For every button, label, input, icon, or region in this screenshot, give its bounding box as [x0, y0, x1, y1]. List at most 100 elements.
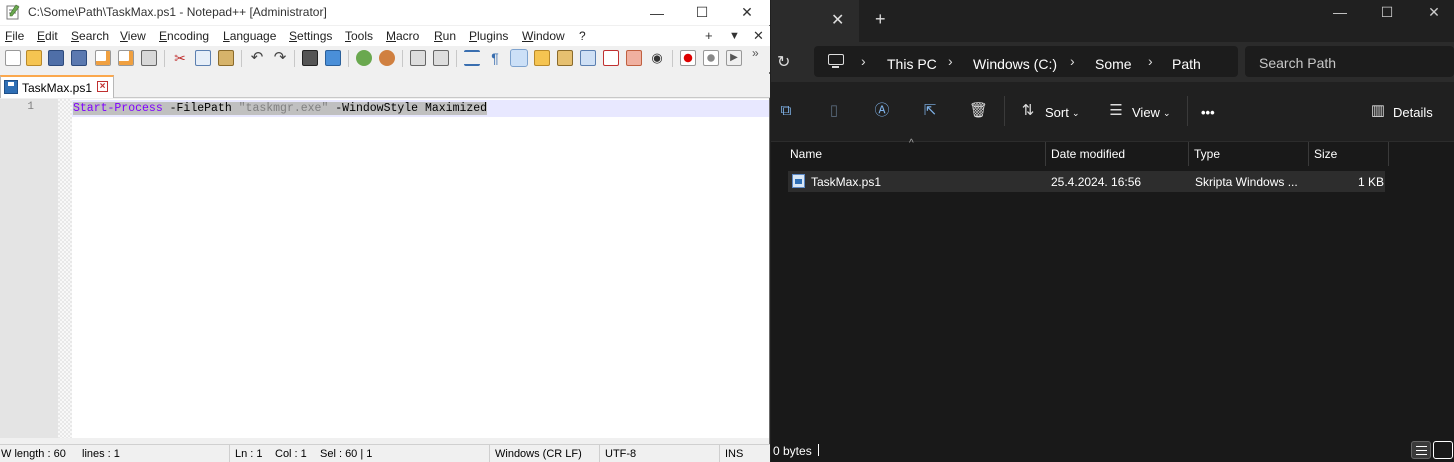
save-all-icon[interactable] — [71, 50, 87, 66]
chevron-right-icon[interactable]: › — [1070, 53, 1075, 69]
close-doc-icon[interactable]: ✕ — [753, 28, 764, 44]
chevron-right-icon[interactable]: › — [861, 53, 866, 69]
breadcrumb-some[interactable]: Some — [1095, 56, 1132, 72]
chevron-right-icon[interactable]: › — [1148, 53, 1153, 69]
cut-icon[interactable]: ✂ — [172, 50, 188, 66]
print-icon[interactable] — [141, 50, 157, 66]
toolbar-overflow-icon[interactable]: » — [752, 46, 768, 62]
zoom-out-icon[interactable] — [379, 50, 395, 66]
replace-icon[interactable] — [325, 50, 341, 66]
tab-taskmax[interactable]: TaskMax.ps1 × — [0, 75, 114, 98]
redo-icon[interactable]: ↷ — [272, 50, 288, 66]
breadcrumb-path[interactable]: Path — [1172, 56, 1201, 72]
menu-edit[interactable]: Edit — [37, 29, 58, 43]
menu-plugins[interactable]: Plugins — [469, 29, 508, 43]
breadcrumb-drive[interactable]: Windows (C:) — [973, 56, 1057, 72]
close-button[interactable]: ✕ — [724, 0, 770, 25]
zoom-in-icon[interactable] — [356, 50, 372, 66]
see-more-button[interactable]: ••• — [1201, 105, 1215, 120]
function-list-icon[interactable] — [603, 50, 619, 66]
status-ln: Ln : 1 — [235, 448, 263, 460]
column-date-modified[interactable]: Date modified — [1046, 142, 1189, 166]
fold-margin[interactable] — [58, 99, 72, 438]
find-icon[interactable] — [302, 50, 318, 66]
view-button[interactable]: View — [1132, 105, 1160, 120]
chevron-down-icon[interactable]: ⌄ — [1163, 108, 1171, 119]
file-row[interactable]: TaskMax.ps1 25.4.2024. 16:56 Skripta Win… — [788, 171, 1385, 192]
view-icon[interactable]: ☰ — [1107, 102, 1125, 120]
document-map-icon[interactable] — [557, 50, 573, 66]
close-tab-icon[interactable]: ✕ — [831, 10, 844, 30]
save-icon[interactable] — [48, 50, 64, 66]
selection-size: 0 bytes — [773, 444, 812, 458]
details-pane-icon[interactable]: ▥ — [1369, 102, 1387, 120]
status-insert-mode[interactable]: INS — [725, 448, 743, 460]
menu-language[interactable]: Language — [223, 29, 276, 43]
notepadpp-icon — [6, 4, 20, 20]
copy-icon[interactable]: ⧉ — [777, 102, 795, 120]
delete-icon[interactable]: 🗑 — [969, 102, 988, 120]
menu-help[interactable]: ? — [579, 29, 586, 43]
menu-tools[interactable]: Tools — [345, 29, 373, 43]
column-name[interactable]: Name — [785, 142, 1046, 166]
new-file-icon[interactable] — [5, 50, 21, 66]
play-macro-icon[interactable]: ▶ — [726, 50, 742, 66]
menu-settings[interactable]: Settings — [289, 29, 332, 43]
status-encoding[interactable]: UTF-8 — [605, 448, 636, 460]
open-file-icon[interactable] — [26, 50, 42, 66]
refresh-icon[interactable]: ↻ — [777, 52, 790, 72]
close-button[interactable]: ✕ — [1411, 4, 1454, 24]
sync-horizontal-icon[interactable] — [433, 50, 449, 66]
sync-vertical-icon[interactable] — [410, 50, 426, 66]
details-view-icon[interactable] — [1411, 441, 1431, 459]
editor[interactable]: 1 Start-Process -FilePath "taskmgr.exe" … — [0, 99, 769, 438]
chevron-right-icon[interactable]: › — [948, 53, 953, 69]
menu-encoding[interactable]: Encoding — [159, 29, 209, 43]
large-icons-view-icon[interactable] — [1433, 441, 1453, 459]
sort-button[interactable]: Sort — [1045, 105, 1069, 120]
tab-close-icon[interactable]: × — [97, 81, 108, 92]
close-file-icon[interactable] — [95, 50, 111, 66]
menu-search[interactable]: Search — [71, 29, 109, 43]
menu-file[interactable]: File — [5, 29, 24, 43]
rename-icon[interactable]: Ⓐ — [873, 102, 891, 120]
menu-view[interactable]: View — [120, 29, 146, 43]
sort-icon[interactable]: ⇅ — [1019, 102, 1037, 120]
chevron-down-icon[interactable]: ⌄ — [1072, 108, 1080, 119]
new-tab-icon[interactable]: + — [705, 28, 713, 43]
minimize-button[interactable]: — — [1317, 4, 1363, 24]
user-language-icon[interactable] — [534, 50, 550, 66]
share-icon[interactable]: ⇱ — [921, 102, 939, 120]
minimize-button[interactable]: — — [634, 0, 680, 25]
status-separator — [599, 445, 600, 462]
maximize-button[interactable]: ☐ — [1364, 4, 1410, 24]
monitoring-icon[interactable]: ◉ — [649, 50, 665, 66]
tab-list-icon[interactable]: ▼ — [729, 30, 740, 42]
record-macro-icon[interactable] — [680, 50, 696, 66]
new-tab-icon[interactable]: + — [875, 9, 886, 30]
document-list-icon[interactable] — [580, 50, 596, 66]
column-type[interactable]: Type — [1189, 142, 1309, 166]
menu-window[interactable]: Window — [522, 29, 565, 43]
breadcrumb-this-pc[interactable]: This PC — [887, 56, 937, 72]
address-bar[interactable]: › This PC › Windows (C:) › Some › Path — [814, 46, 1238, 77]
show-all-characters-icon[interactable]: ¶ — [487, 50, 503, 66]
indent-guide-icon[interactable] — [510, 49, 528, 67]
word-wrap-icon[interactable] — [464, 50, 480, 66]
explorer-tab[interactable]: ✕ — [771, 0, 859, 42]
file-size: 1 KB — [1358, 175, 1385, 189]
column-size[interactable]: Size — [1309, 142, 1389, 166]
menu-macro[interactable]: Macro — [386, 29, 419, 43]
details-button[interactable]: Details — [1393, 105, 1433, 120]
code-line[interactable]: Start-Process -FilePath "taskmgr.exe" -W… — [73, 102, 488, 115]
undo-icon[interactable]: ↶ — [249, 50, 265, 66]
paste-icon[interactable] — [218, 50, 234, 66]
search-input[interactable]: Search Path — [1245, 46, 1454, 77]
maximize-button[interactable]: ☐ — [679, 0, 725, 25]
stop-macro-icon[interactable] — [703, 50, 719, 66]
copy-icon[interactable] — [195, 50, 211, 66]
status-eol[interactable]: Windows (CR LF) — [495, 448, 582, 460]
menu-run[interactable]: Run — [434, 29, 456, 43]
folder-workspace-icon[interactable] — [626, 50, 642, 66]
close-all-icon[interactable] — [118, 50, 134, 66]
